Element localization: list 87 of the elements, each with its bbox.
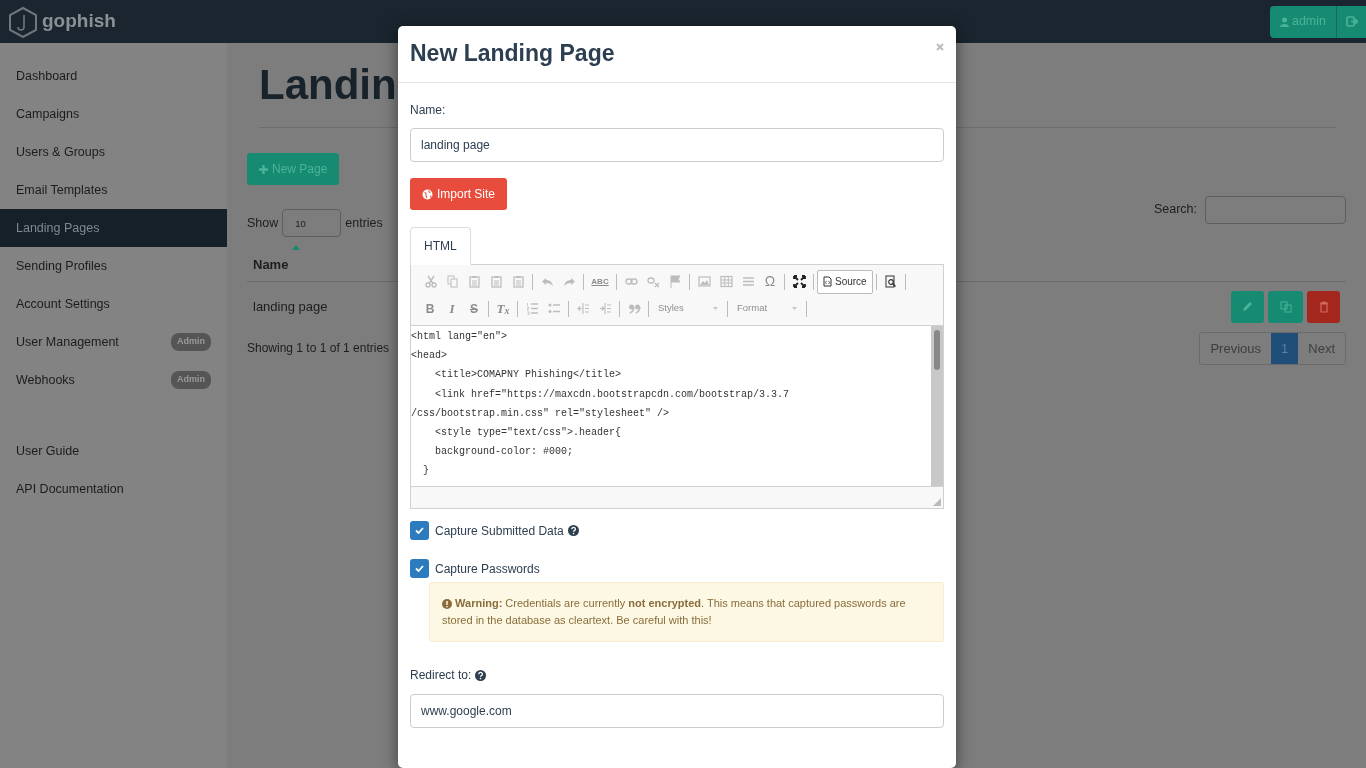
caret-icon xyxy=(792,307,797,310)
scrollbar[interactable] xyxy=(931,326,943,486)
checkbox[interactable] xyxy=(410,559,429,578)
caret-icon xyxy=(713,307,718,310)
image-icon[interactable] xyxy=(697,275,711,288)
pagination-link[interactable]: Previous xyxy=(1200,332,1272,364)
sidebar-item[interactable]: Account Settings xyxy=(0,285,227,323)
copy-icon xyxy=(1279,300,1292,313)
redirect-label: Redirect to: xyxy=(410,667,472,684)
clipboard-icon[interactable] xyxy=(489,275,503,288)
logo-icon xyxy=(8,5,38,38)
logout-button[interactable] xyxy=(1336,5,1366,38)
sidebar-item[interactable]: Sending Profiles xyxy=(0,247,227,285)
spellcheck-button[interactable]: ABC xyxy=(587,270,613,293)
admin-badge: Admin xyxy=(171,371,211,389)
redirect-field[interactable]: www.google.com xyxy=(410,694,944,728)
outdent-icon[interactable] xyxy=(576,302,590,315)
table-info: Showing 1 to 1 of 1 entries xyxy=(247,340,390,358)
edit-button[interactable] xyxy=(1231,290,1264,323)
checkbox-label: Capture Submitted Data xyxy=(435,522,564,540)
pagination-link[interactable]: Next xyxy=(1298,332,1345,364)
column-header[interactable]: Name xyxy=(253,255,301,275)
indent-icon[interactable] xyxy=(598,302,612,315)
copy-icon[interactable] xyxy=(445,275,459,288)
checkbox[interactable] xyxy=(410,521,429,540)
exclamation-icon xyxy=(442,599,452,610)
undo-icon[interactable] xyxy=(540,275,554,288)
special-character-button[interactable]: Ω xyxy=(759,270,781,293)
preview-icon[interactable] xyxy=(884,275,898,288)
trash-icon xyxy=(1318,300,1329,313)
strikethrough-button[interactable]: S xyxy=(463,297,485,320)
logout-icon xyxy=(1345,16,1358,28)
bold-button[interactable]: B xyxy=(419,297,441,320)
name-label: Name: xyxy=(410,102,447,119)
italic-button[interactable]: I xyxy=(441,297,463,320)
flag-icon[interactable] xyxy=(668,275,682,288)
sidebar-item[interactable]: User Management Admin xyxy=(0,323,227,361)
dialog-title: New Landing Page xyxy=(410,40,615,68)
warning-alert: Warning: Credentials are currently not encrypted. This means that captured passwords are stored in the database as cleartext. Be careful with this! xyxy=(429,582,944,642)
table-cell-text: landing page xyxy=(253,297,328,316)
plus-icon xyxy=(259,164,268,174)
source-button[interactable]: Source xyxy=(817,269,873,294)
resize-handle-icon[interactable] xyxy=(933,498,941,506)
bulleted-list-icon[interactable] xyxy=(547,302,561,315)
show-label: Show xyxy=(247,214,279,232)
scissors-icon[interactable] xyxy=(423,275,437,288)
sidebar-item[interactable]: Landing Pages xyxy=(0,209,227,247)
numbered-list-icon[interactable] xyxy=(525,302,539,315)
sidebar-item[interactable]: Dashboard xyxy=(0,57,227,95)
pencil-icon xyxy=(1242,301,1253,313)
globe-icon xyxy=(422,188,433,200)
remove-format-button[interactable]: T$_{x}$ xyxy=(492,297,514,320)
quote-icon[interactable] xyxy=(627,302,641,315)
expand-icon[interactable] xyxy=(792,275,806,288)
sidebar-item[interactable]: Campaigns xyxy=(0,95,227,133)
checkmark-icon xyxy=(415,527,424,534)
sidebar-item[interactable]: Webhooks Admin xyxy=(0,361,227,399)
page-length-select[interactable]: 10 xyxy=(282,209,342,237)
sidebar-link[interactable]: API Documentation xyxy=(0,470,227,508)
brand-name[interactable]: gophish xyxy=(42,7,116,36)
search-label: Search: xyxy=(1153,201,1197,219)
table-icon[interactable] xyxy=(719,275,733,288)
close-icon xyxy=(936,42,944,51)
horizontal-lines-icon[interactable] xyxy=(741,275,755,288)
page-title: Landin xyxy=(259,60,397,110)
search-field[interactable] xyxy=(1205,195,1346,224)
clipboard-icon[interactable] xyxy=(467,275,481,288)
admin-badge: Admin xyxy=(171,333,211,351)
copy-button[interactable] xyxy=(1268,290,1303,323)
checkmark-icon xyxy=(415,565,424,572)
link-icon[interactable] xyxy=(624,275,638,288)
editor-tab[interactable]: HTML xyxy=(410,227,471,265)
entries-label: entries xyxy=(345,214,383,232)
sidebar-item[interactable]: Users & Groups xyxy=(0,133,227,171)
delete-button[interactable] xyxy=(1307,290,1340,323)
sort-ascending-icon xyxy=(292,245,301,250)
user-icon xyxy=(1279,16,1289,27)
html-source-code[interactable]: <html lang="en"> <head> <title>COMAPNY Phishing</title> <link href="https://maxcdn.bootstrapcdn.com/bootstrap/3.3.7 /css/bootstrap.min.css" rel="stylesheet" /> <style type="text/css">.header{ background-color: #000; } xyxy=(411,326,931,486)
unlink-icon[interactable] xyxy=(646,275,660,288)
sidebar-item[interactable]: Email Templates xyxy=(0,171,227,209)
checkbox-label: Capture Passwords xyxy=(435,560,540,578)
sidebar-link[interactable]: User Guide xyxy=(0,432,227,470)
document-icon xyxy=(823,276,832,287)
import-site-button[interactable]: Import Site xyxy=(410,178,508,210)
redo-icon[interactable] xyxy=(562,275,576,288)
name-field[interactable]: landing page xyxy=(410,128,944,162)
clipboard-icon[interactable] xyxy=(511,275,525,288)
